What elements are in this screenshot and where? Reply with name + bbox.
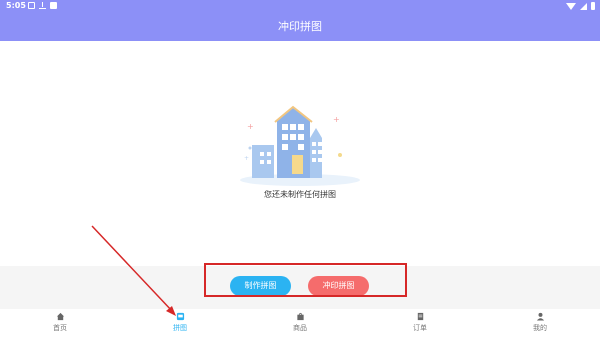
page-title: 冲印拼图 bbox=[278, 20, 322, 33]
tab-label: 我的 bbox=[533, 324, 547, 332]
svg-text:+: + bbox=[333, 115, 340, 124]
svg-text:+: + bbox=[247, 122, 254, 131]
download-icon bbox=[39, 2, 46, 9]
person-icon bbox=[536, 312, 544, 321]
tab-label: 首页 bbox=[53, 324, 67, 332]
bottom-tab-bar: 首页 拼图 商品 订单 我的 bbox=[0, 309, 600, 337]
status-icons-left bbox=[28, 2, 57, 9]
close-icon bbox=[50, 2, 57, 9]
door bbox=[292, 155, 303, 174]
photo-icon bbox=[28, 2, 35, 9]
status-bar: 5:05 bbox=[0, 0, 600, 12]
annotation-highlight-box bbox=[204, 263, 407, 297]
status-icons-right bbox=[566, 2, 595, 10]
tab-label: 商品 bbox=[293, 324, 307, 332]
empty-illustration: + + + bbox=[240, 105, 360, 186]
order-icon bbox=[417, 312, 423, 321]
title-bar: 冲印拼图 bbox=[0, 12, 600, 41]
tab-collage[interactable]: 拼图 bbox=[120, 309, 240, 337]
shopping-bag-icon bbox=[296, 312, 304, 321]
home-icon bbox=[56, 312, 64, 321]
tab-orders[interactable]: 订单 bbox=[360, 309, 480, 337]
tab-home[interactable]: 首页 bbox=[0, 309, 120, 337]
tab-label: 拼图 bbox=[173, 324, 187, 332]
collage-icon bbox=[176, 312, 184, 321]
wifi-icon bbox=[566, 2, 576, 10]
battery-icon bbox=[591, 2, 595, 10]
svg-text:+: + bbox=[244, 155, 249, 162]
empty-state-message: 您还未制作任何拼图 bbox=[264, 190, 336, 199]
tab-products[interactable]: 商品 bbox=[240, 309, 360, 337]
signal-icon bbox=[580, 2, 587, 10]
status-time: 5:05 bbox=[6, 1, 26, 10]
tab-label: 订单 bbox=[413, 324, 427, 332]
tab-mine[interactable]: 我的 bbox=[480, 309, 600, 337]
